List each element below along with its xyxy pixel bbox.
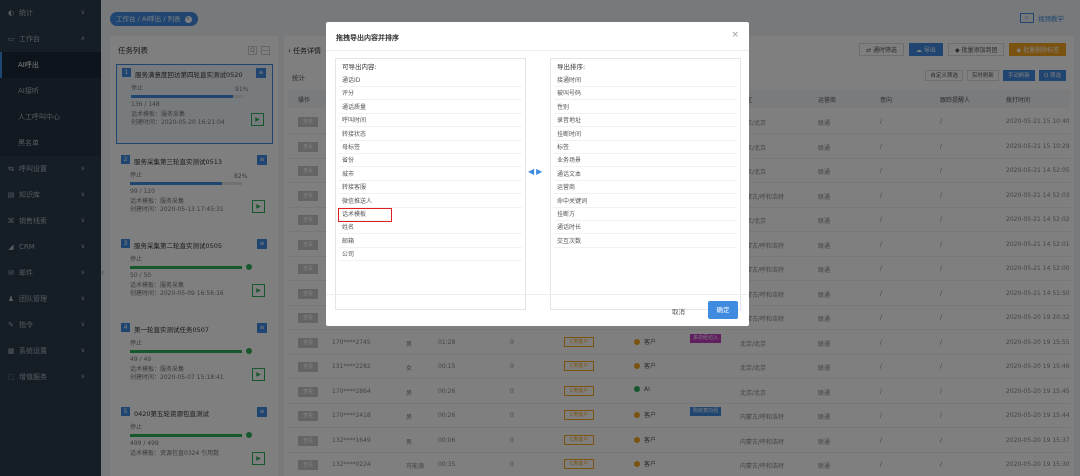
export-order-item[interactable]: 交互次数 (554, 236, 737, 248)
export-order-heading: 导出排序: (557, 63, 586, 71)
export-order-item[interactable]: 业务场景 (554, 155, 737, 168)
export-sort-dialog: 拖拽导出内容并排序 × 可导出内容: 通话ID 评分 通话质量 呼叫时间 转接状态 母标签… (326, 22, 749, 326)
export-order-list: 导出排序: 接通时间 被叫号码 性别 录音地址 挂断时间 标签 业务场景 通话文本 运营商 命中关… (550, 58, 741, 310)
close-icon[interactable]: × (731, 30, 739, 40)
divider (326, 294, 749, 295)
available-field-item[interactable]: 公司 (339, 249, 522, 262)
available-field-item[interactable]: 转接状态 (339, 129, 522, 141)
export-order-item[interactable]: 通话时长 (554, 222, 737, 235)
available-field-item[interactable]: 通话ID (339, 75, 522, 87)
dialog-title: 拖拽导出内容并排序 (336, 34, 399, 42)
available-fields-heading: 可导出内容: (342, 63, 377, 71)
arrow-right-icon[interactable]: ▶ (536, 167, 542, 176)
available-fields-list: 可导出内容: 通话ID 评分 通话质量 呼叫时间 转接状态 母标签 省份 城市 转接客服 微信推送… (335, 58, 526, 310)
available-field-item[interactable]: 省份 (339, 155, 522, 168)
available-field-item[interactable]: 转接客服 (339, 182, 522, 195)
export-order-item[interactable]: 录音地址 (554, 115, 737, 128)
available-field-item[interactable]: 呼叫时间 (339, 115, 522, 128)
export-order-item[interactable]: 标签 (554, 142, 737, 154)
transfer-arrows[interactable]: ◀ ▶ (528, 167, 542, 176)
export-order-item[interactable]: 运营商 (554, 182, 737, 195)
divider (326, 50, 749, 51)
export-order-item[interactable]: 通话文本 (554, 169, 737, 181)
available-field-item[interactable]: 通话质量 (339, 102, 522, 114)
export-order-item[interactable]: 命中关键词 (554, 196, 737, 208)
available-field-item[interactable]: 评分 (339, 88, 522, 101)
available-field-item[interactable]: 邮箱 (339, 236, 522, 248)
available-field-item[interactable]: 微信推送人 (339, 196, 522, 208)
available-field-item[interactable]: 城市 (339, 169, 522, 181)
export-order-item[interactable]: 被叫号码 (554, 88, 737, 101)
available-field-item[interactable]: 话术模板 (338, 207, 392, 222)
available-field-item[interactable]: 母标签 (339, 142, 522, 154)
export-order-item[interactable]: 接通时间 (554, 75, 737, 87)
export-order-item[interactable]: 挂断时间 (554, 129, 737, 141)
available-field-item[interactable]: 姓名 (339, 222, 522, 235)
arrow-left-icon[interactable]: ◀ (528, 167, 534, 176)
export-order-item[interactable]: 性别 (554, 102, 737, 114)
confirm-button[interactable]: 确定 (708, 301, 738, 319)
export-order-item[interactable]: 挂断方 (554, 209, 737, 221)
cancel-button[interactable]: 取消 (672, 306, 685, 316)
